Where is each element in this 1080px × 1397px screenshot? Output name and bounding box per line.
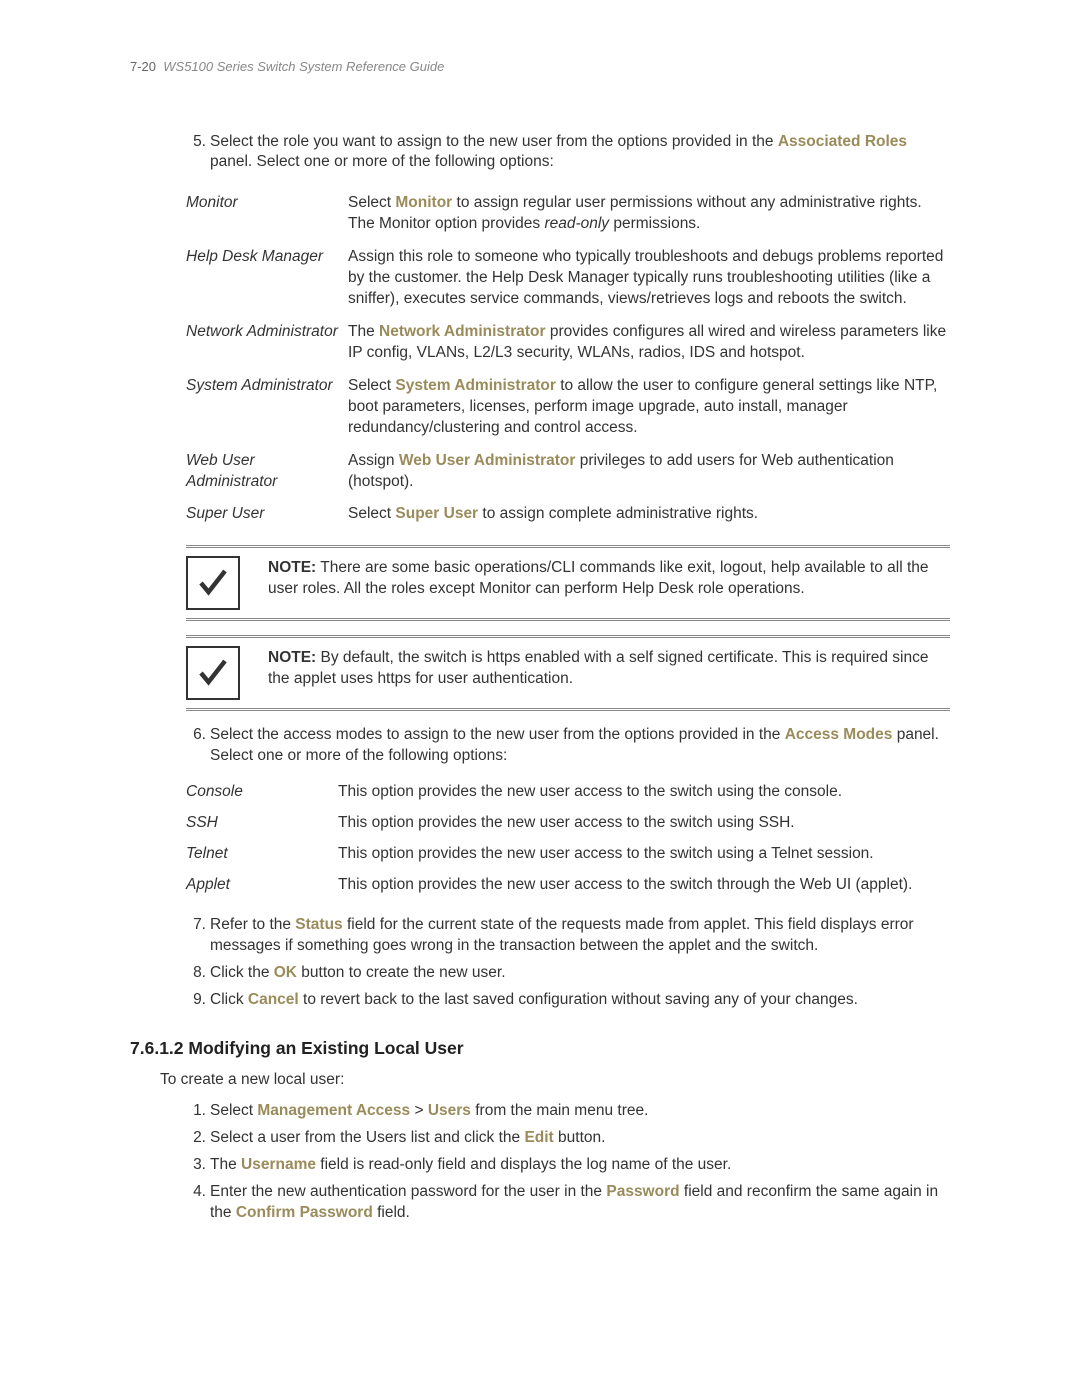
step-7: 7. Refer to the Status field for the cur… (186, 915, 950, 957)
step-6: 6. Select the access modes to assign to … (186, 725, 950, 767)
access-modes-link: Access Modes (785, 726, 893, 743)
step-number: 1. (186, 1101, 206, 1122)
role-term: System Administrator (186, 376, 348, 439)
step-number: 2. (186, 1128, 206, 1149)
management-access-link: Management Access (257, 1102, 410, 1119)
system-admin-link: System Administrator (395, 377, 556, 394)
users-link: Users (428, 1102, 471, 1119)
step-number: 8. (186, 963, 206, 984)
modify-step-3: 3. The Username field is read-only field… (186, 1155, 950, 1176)
step-number: 9. (186, 990, 206, 1011)
username-link: Username (241, 1156, 316, 1173)
access-term: Telnet (186, 844, 338, 865)
role-term: Network Administrator (186, 322, 348, 364)
role-desc: Select Super User to assign complete adm… (348, 504, 950, 525)
step-number: 4. (186, 1182, 206, 1224)
step-number: 5. (186, 132, 206, 174)
role-row-superuser: Super User Select Super User to assign c… (186, 498, 950, 531)
role-desc: Select Monitor to assign regular user pe… (348, 193, 950, 235)
ok-link: OK (274, 964, 297, 981)
role-row-helpdesk: Help Desk Manager Assign this role to so… (186, 241, 950, 316)
checkmark-icon (186, 556, 240, 610)
associated-roles-link: Associated Roles (778, 133, 907, 150)
section-heading: 7.6.1.2 Modifying an Existing Local User (130, 1037, 950, 1061)
modify-step-1: 1. Select Management Access > Users from… (186, 1101, 950, 1122)
role-desc: Assign Web User Administrator privileges… (348, 451, 950, 493)
page-header: 7-20 WS5100 Series Switch System Referen… (130, 58, 950, 76)
step-body: Select a user from the Users list and cl… (210, 1128, 950, 1149)
note-text: NOTE: There are some basic operations/CL… (268, 556, 950, 600)
roles-table: Monitor Select Monitor to assign regular… (186, 187, 950, 531)
web-user-admin-link: Web User Administrator (399, 452, 576, 469)
step-number: 7. (186, 915, 206, 957)
confirm-password-link: Confirm Password (236, 1204, 373, 1221)
role-term: Help Desk Manager (186, 247, 348, 310)
access-row-telnet: Telnet This option provides the new user… (186, 839, 950, 870)
access-term: SSH (186, 813, 338, 834)
role-term: Monitor (186, 193, 348, 235)
step-number: 3. (186, 1155, 206, 1176)
note-text: NOTE: By default, the switch is https en… (268, 646, 950, 690)
role-row-monitor: Monitor Select Monitor to assign regular… (186, 187, 950, 241)
checkmark-icon (186, 646, 240, 700)
role-desc: Select System Administrator to allow the… (348, 376, 950, 439)
document-title: WS5100 Series Switch System Reference Gu… (163, 59, 444, 74)
step-body: Click Cancel to revert back to the last … (210, 990, 950, 1011)
step-number: 6. (186, 725, 206, 767)
role-desc: The Network Administrator provides confi… (348, 322, 950, 364)
page-number: 7-20 (130, 59, 156, 74)
step-9: 9. Click Cancel to revert back to the la… (186, 990, 950, 1011)
step-body: The Username field is read-only field an… (210, 1155, 950, 1176)
step-body: Enter the new authentication password fo… (210, 1182, 950, 1224)
section-intro: To create a new local user: (160, 1070, 950, 1091)
edit-link: Edit (524, 1129, 553, 1146)
cancel-link: Cancel (248, 991, 299, 1008)
document-page: 7-20 WS5100 Series Switch System Referen… (0, 0, 1080, 1290)
access-row-applet: Applet This option provides the new user… (186, 870, 950, 901)
note-label: NOTE: (268, 649, 316, 666)
step-body: Select the role you want to assign to th… (210, 132, 950, 174)
role-term: Super User (186, 504, 348, 525)
modify-step-2: 2. Select a user from the Users list and… (186, 1128, 950, 1149)
step-body: Select the access modes to assign to the… (210, 725, 950, 767)
step-5: 5. Select the role you want to assign to… (186, 132, 950, 174)
access-desc: This option provides the new user access… (338, 813, 950, 834)
note-block-2: NOTE: By default, the switch is https en… (186, 635, 950, 711)
access-desc: This option provides the new user access… (338, 875, 950, 896)
access-term: Console (186, 782, 338, 803)
access-modes-table: Console This option provides the new use… (186, 777, 950, 901)
step-body: Select Management Access > Users from th… (210, 1101, 950, 1122)
note-block-1: NOTE: There are some basic operations/CL… (186, 545, 950, 621)
step-body: Click the OK button to create the new us… (210, 963, 950, 984)
access-row-console: Console This option provides the new use… (186, 777, 950, 808)
super-user-link: Super User (395, 505, 478, 522)
network-admin-link: Network Administrator (379, 323, 546, 340)
step-8: 8. Click the OK button to create the new… (186, 963, 950, 984)
access-row-ssh: SSH This option provides the new user ac… (186, 808, 950, 839)
access-term: Applet (186, 875, 338, 896)
access-desc: This option provides the new user access… (338, 782, 950, 803)
note-label: NOTE: (268, 559, 316, 576)
step-body: Refer to the Status field for the curren… (210, 915, 950, 957)
access-desc: This option provides the new user access… (338, 844, 950, 865)
monitor-link: Monitor (395, 194, 452, 211)
role-row-netadmin: Network Administrator The Network Admini… (186, 316, 950, 370)
password-link: Password (606, 1183, 679, 1200)
role-row-sysadmin: System Administrator Select System Admin… (186, 370, 950, 445)
role-desc: Assign this role to someone who typicall… (348, 247, 950, 310)
role-term: Web User Administrator (186, 451, 348, 493)
modify-step-4: 4. Enter the new authentication password… (186, 1182, 950, 1224)
read-only-text: read-only (544, 215, 609, 232)
role-row-webadmin: Web User Administrator Assign Web User A… (186, 445, 950, 499)
status-link: Status (295, 916, 342, 933)
